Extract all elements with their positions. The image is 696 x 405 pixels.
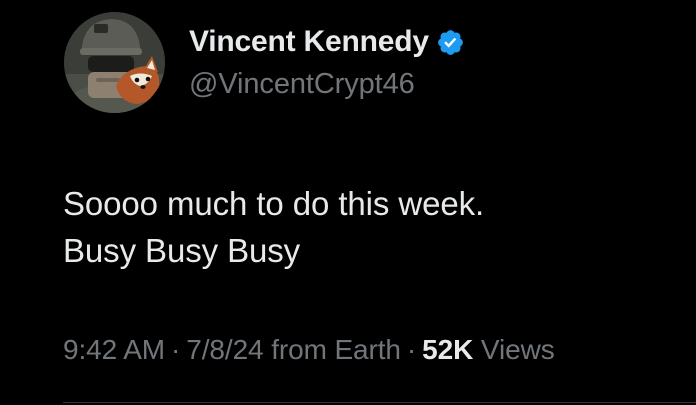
author-name-row[interactable]: Vincent Kennedy bbox=[189, 22, 465, 62]
author-display-name[interactable]: Vincent Kennedy bbox=[189, 25, 429, 59]
tweet-time[interactable]: 9:42 AM bbox=[63, 334, 165, 365]
avatar[interactable] bbox=[64, 12, 165, 113]
tweet-meta: 9:42 AM · 7/8/24 from Earth · 52K Views bbox=[63, 334, 555, 366]
divider bbox=[63, 402, 696, 403]
views-count[interactable]: 52K bbox=[422, 334, 473, 365]
meta-separator: · bbox=[171, 334, 181, 365]
author-handle[interactable]: @VincentCrypt46 bbox=[189, 68, 415, 101]
verified-badge-icon bbox=[436, 28, 465, 57]
tweet-text-line: Soooo much to do this week. bbox=[63, 185, 485, 222]
tweet-date[interactable]: 7/8/24 bbox=[186, 334, 263, 365]
tweet-text-line: Busy Busy Busy bbox=[63, 232, 301, 269]
tweet-location: from Earth bbox=[271, 334, 401, 365]
tweet-text: Soooo much to do this week. Busy Busy Bu… bbox=[63, 180, 484, 274]
avatar-image bbox=[64, 12, 165, 113]
meta-separator: · bbox=[406, 334, 417, 365]
views-label[interactable]: Views bbox=[481, 334, 555, 365]
tweet-container: Vincent Kennedy @VincentCrypt46 Soooo mu… bbox=[0, 0, 696, 405]
